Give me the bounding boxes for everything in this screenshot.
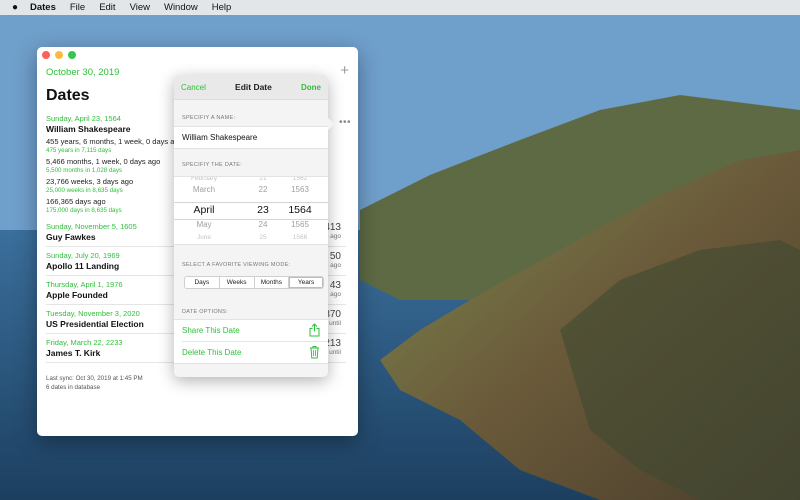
database-count: 6 dates in database [46,384,101,391]
window-controls [42,51,76,59]
mode-days[interactable]: Days [185,277,220,288]
date-section-label: SPECIFIY THE DATE: [182,162,243,168]
picker-month-selected: April [193,204,215,216]
name-field-value: William Shakespeare [182,133,258,142]
done-button[interactable]: Done [301,83,321,92]
menu-app-name[interactable]: Dates [30,2,56,13]
menu-edit[interactable]: Edit [99,2,115,13]
apple-logo-icon[interactable]: ● [0,2,30,13]
date-options: Share This Date Delete This Date [174,319,328,364]
name-section-label: SPECIFIY A NAME: [182,115,236,121]
minimize-window-button[interactable] [55,51,63,59]
mode-weeks[interactable]: Weeks [220,277,255,288]
entry-number: 43 [329,280,341,291]
entry-number: 50 [329,251,341,262]
picker-year: 1563 [291,185,309,194]
picker-day-selected: 23 [257,204,269,216]
edit-date-popover: Cancel Edit Date Done SPECIFIY A NAME: W… [174,75,334,377]
picker-month: June [196,234,212,241]
menu-file[interactable]: File [70,2,85,13]
trash-icon[interactable] [309,345,320,359]
picker-year-selected: 1564 [288,204,312,216]
mode-months[interactable]: Months [255,277,290,288]
share-icon[interactable] [309,323,320,337]
page-title: Dates [46,87,90,104]
menu-window[interactable]: Window [164,2,198,13]
menu-bar: ● Dates File Edit View Window Help [0,0,800,15]
day-wheel[interactable]: 21 22 23 24 25 [244,177,282,244]
maximize-window-button[interactable] [68,51,76,59]
name-field[interactable]: William Shakespeare [174,126,328,149]
picker-day: 22 [258,185,268,194]
date-picker[interactable]: February March April May June 21 22 23 2… [174,176,328,245]
month-wheel[interactable]: February March April May June [174,177,234,244]
mode-years[interactable]: Years [289,277,323,288]
picker-month: March [192,185,216,194]
viewing-mode-segmented-control: Days Weeks Months Years [184,276,324,289]
year-wheel[interactable]: 1562 1563 1564 1565 1566 [280,177,320,244]
picker-day: 24 [258,220,268,229]
menu-help[interactable]: Help [212,2,232,13]
popover-title: Edit Date [235,82,272,92]
options-section-label: DATE OPTIONS: [182,309,228,315]
popover-header: Cancel Edit Date Done [174,75,328,100]
popover-arrow [328,118,334,130]
picker-year: 1566 [292,234,308,241]
delete-date-button[interactable]: Delete This Date [182,348,241,357]
share-date-button[interactable]: Share This Date [182,326,240,335]
picker-month: May [196,220,212,229]
sync-status: Last sync: Oct 30, 2019 at 1:45 PM [46,375,143,382]
plus-icon[interactable]: + [340,63,349,78]
menu-view[interactable]: View [130,2,150,13]
picker-year: 1565 [291,220,309,229]
current-date-header: October 30, 2019 [46,67,120,78]
mode-section-label: SELECT A FAVORITE VIEWING MODE: [182,262,291,268]
picker-day: 25 [259,234,267,241]
options-divider [182,341,328,342]
close-window-button[interactable] [42,51,50,59]
cancel-button[interactable]: Cancel [181,83,206,92]
